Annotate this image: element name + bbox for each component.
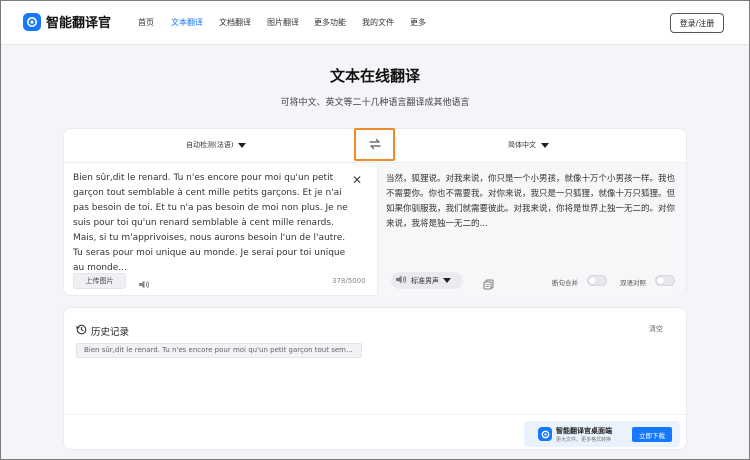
logo[interactable]: 智能翻译官 <box>23 12 111 31</box>
nav-document-translate[interactable]: 文档翻译 <box>219 17 251 28</box>
login-register-button[interactable]: 登录/注册 <box>670 13 724 33</box>
bilingual-label: 双语对照 <box>620 279 646 287</box>
source-language-label: 自动检测(法语) <box>186 141 234 149</box>
character-count: 378/5000 <box>332 277 366 285</box>
history-item[interactable]: Bien sûr,dit le renard. Tu n'es encore p… <box>76 343 362 358</box>
clear-history-button[interactable]: 清空 <box>649 324 663 334</box>
merge-sentences-label: 断句合并 <box>552 279 578 287</box>
nav-more-features[interactable]: 更多功能 <box>314 17 346 28</box>
divider <box>64 162 686 163</box>
desktop-download-banner: 智能翻译官桌面端 更大文件，更多格式转换 立即下载 <box>524 421 680 447</box>
source-text-input[interactable]: Bien sûr,dit le renard. Tu n'es encore p… <box>73 171 353 276</box>
clear-text-icon[interactable]: ✕ <box>352 174 362 186</box>
nav-home[interactable]: 首页 <box>138 17 154 28</box>
target-language-select[interactable]: 简体中文 <box>508 140 549 150</box>
bilingual-toggle[interactable] <box>655 275 675 286</box>
speaker-icon <box>395 274 407 287</box>
swap-icon <box>368 135 382 154</box>
logo-icon <box>23 12 41 31</box>
caret-down-icon <box>238 142 247 148</box>
nav-more[interactable]: 更多 <box>410 17 426 28</box>
page-subtitle: 可将中文、英文等二十几种语言翻译成其他语言 <box>280 98 470 108</box>
history-header: 历史记录 <box>76 324 129 338</box>
nav-text-translate[interactable]: 文本翻译 <box>171 17 203 28</box>
app-icon <box>538 427 552 441</box>
history-icon <box>76 324 87 338</box>
divider <box>64 414 686 415</box>
translated-text: 当然，狐狸说。对我来说，你只是一个小男孩，就像十万个小男孩一样。我也不需要你。你… <box>386 174 676 229</box>
upload-image-button[interactable]: 上传图片 <box>73 273 126 289</box>
caret-down-icon <box>541 142 549 148</box>
voice-select-button[interactable]: 标准男声 <box>391 272 463 289</box>
page-title: 文本在线翻译 <box>329 67 420 85</box>
swap-languages-button[interactable] <box>354 128 395 161</box>
history-title: 历史记录 <box>91 327 130 338</box>
caret-down-icon <box>443 278 451 283</box>
target-language-label: 简体中文 <box>508 141 536 149</box>
speaker-icon[interactable] <box>138 275 150 294</box>
merge-sentences-toggle[interactable] <box>587 275 607 286</box>
logo-text: 智能翻译官 <box>46 16 112 31</box>
history-panel: 历史记录 清空 Bien sûr,dit le renard. Tu n'es … <box>63 307 687 450</box>
source-language-select[interactable]: 自动检测(法语) <box>186 140 247 150</box>
download-subtitle: 更大文件，更多格式转换 <box>556 437 612 443</box>
nav-my-files[interactable]: 我的文件 <box>362 17 394 28</box>
divider <box>377 162 378 296</box>
download-title: 智能翻译官桌面端 <box>556 427 612 435</box>
copy-icon[interactable] <box>483 275 494 294</box>
download-now-button[interactable]: 立即下载 <box>632 427 672 442</box>
voice-label: 标准男声 <box>411 276 439 285</box>
nav-image-translate[interactable]: 图片翻译 <box>267 17 299 28</box>
translator-panel: 自动检测(法语) 简体中文 Bien sûr,dit le renard. Tu… <box>63 128 687 296</box>
top-nav-bar: 智能翻译官 首页 文本翻译 文档翻译 图片翻译 更多功能 我的文件 更多 登录/… <box>1 1 749 45</box>
